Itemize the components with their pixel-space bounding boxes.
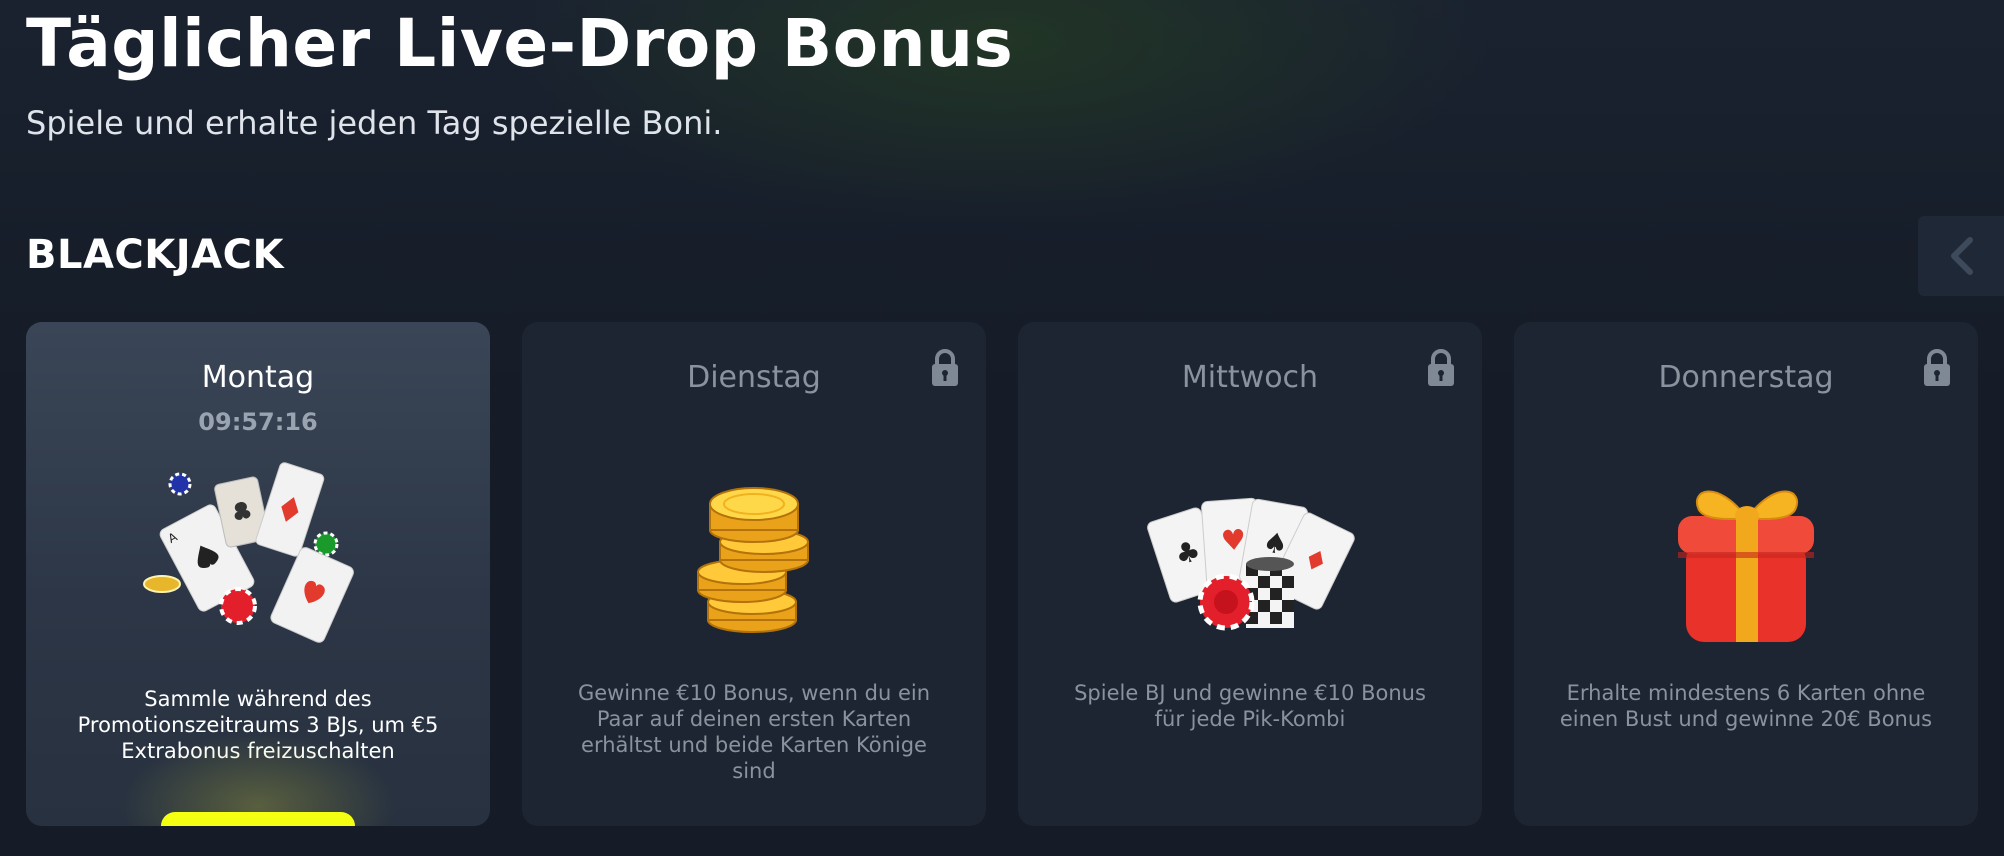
lock-icon bbox=[1924, 349, 1950, 386]
claim-button[interactable] bbox=[161, 812, 355, 826]
card-timer: 09:57:16 bbox=[198, 408, 318, 436]
lock-icon bbox=[932, 349, 958, 386]
playing-cards-with-chips-image: ♣ ♥ ♠ ♦ bbox=[1147, 497, 1355, 631]
gift-box-image bbox=[1678, 490, 1814, 642]
page-subtitle: Spiele und erhalte jeden Tag spezielle B… bbox=[26, 104, 723, 142]
section-title: BLACKJACK bbox=[26, 232, 284, 278]
lock-icon bbox=[1428, 349, 1454, 386]
bonus-card-thursday[interactable]: Donnerstag Erhalte mindestens 6 Karten o… bbox=[1514, 322, 1978, 826]
chevron-left-icon bbox=[1951, 237, 1973, 275]
bonus-card-monday[interactable]: Montag 09:57:16 A Sammle während des Pro… bbox=[26, 322, 490, 826]
bonus-card-wednesday[interactable]: Mittwoch ♣ ♥ ♠ ♦ Spiele BJ und gewinne €… bbox=[1018, 322, 1482, 826]
card-description: Erhalte mindestens 6 Karten ohne einen B… bbox=[1559, 681, 1933, 731]
card-description: Spiele BJ und gewinne €10 Bonus für jede… bbox=[1074, 681, 1426, 731]
card-day: Dienstag bbox=[687, 360, 821, 395]
card-day: Donnerstag bbox=[1658, 360, 1834, 395]
card-day: Montag bbox=[201, 360, 315, 395]
svg-text:♥: ♥ bbox=[1220, 523, 1247, 558]
button-glow bbox=[108, 726, 408, 826]
carousel-prev-button[interactable] bbox=[1918, 216, 2004, 296]
card-description: Gewinne €10 Bonus, wenn du ein Paar auf … bbox=[577, 681, 931, 783]
bonus-card-tuesday[interactable]: Dienstag Gewinne €10 Bonus, wenn du ein … bbox=[522, 322, 986, 826]
card-day: Mittwoch bbox=[1181, 360, 1319, 395]
cards-and-chips-image: A bbox=[143, 462, 354, 643]
page-title: Täglicher Live-Drop Bonus bbox=[26, 5, 1014, 82]
gold-coins-image bbox=[697, 487, 809, 633]
